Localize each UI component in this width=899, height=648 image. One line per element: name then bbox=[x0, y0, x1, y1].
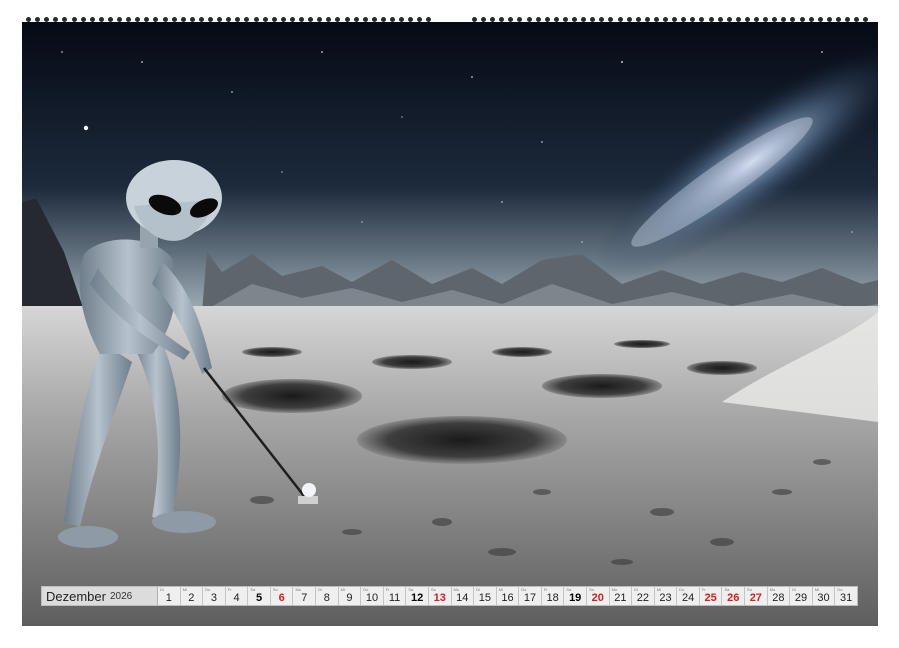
day-number: 28 bbox=[772, 592, 785, 604]
day-number: 31 bbox=[840, 592, 853, 604]
calendar-photo bbox=[22, 22, 878, 626]
month-name: Dezember bbox=[46, 588, 106, 604]
day-number: 21 bbox=[614, 592, 627, 604]
year-label: 2026 bbox=[109, 590, 133, 602]
day-cell: Di 15 bbox=[474, 587, 497, 605]
day-cell: So 27 bbox=[745, 587, 768, 605]
day-cell: Mi 2 bbox=[180, 587, 204, 605]
day-number: 27 bbox=[749, 592, 762, 604]
golf-ball bbox=[302, 483, 316, 497]
day-number: 2 bbox=[188, 592, 195, 604]
day-number: 11 bbox=[388, 592, 401, 604]
day-cell: Do 3 bbox=[203, 587, 226, 605]
day-number: 3 bbox=[210, 592, 217, 604]
day-cell: Sa 26 bbox=[722, 587, 746, 605]
day-cell: Do 24 bbox=[677, 587, 700, 605]
day-cell: Mo 28 bbox=[767, 587, 791, 605]
day-cell: Sa 19 bbox=[564, 587, 587, 605]
day-cell: Fr 25 bbox=[699, 587, 723, 605]
day-cell: Mo 14 bbox=[451, 587, 475, 605]
day-number: 14 bbox=[456, 592, 469, 604]
day-number: 12 bbox=[411, 592, 424, 604]
day-cell: Di 1 bbox=[158, 587, 181, 605]
day-cell: Fr 11 bbox=[383, 587, 407, 605]
day-number: 16 bbox=[501, 592, 514, 604]
day-number: 17 bbox=[523, 592, 537, 604]
day-number: 10 bbox=[365, 592, 379, 604]
day-cell: So 6 bbox=[270, 587, 294, 605]
day-cell: So 20 bbox=[586, 587, 610, 605]
day-number: 19 bbox=[569, 592, 582, 604]
day-cell: Mo 21 bbox=[609, 587, 633, 605]
day-cell: Di 8 bbox=[316, 587, 339, 605]
day-number: 18 bbox=[546, 592, 559, 604]
day-number: 26 bbox=[727, 592, 740, 604]
day-number: 7 bbox=[301, 592, 308, 604]
day-number: 1 bbox=[165, 592, 172, 604]
day-cell: Di 29 bbox=[790, 587, 813, 605]
day-cell: Fr 18 bbox=[541, 587, 565, 605]
day-number: 22 bbox=[636, 592, 650, 604]
day-cell: Mi 16 bbox=[496, 587, 520, 605]
day-cell: Do 17 bbox=[519, 587, 542, 605]
day-cell: So 13 bbox=[428, 587, 452, 605]
day-number: 5 bbox=[256, 592, 263, 604]
day-cell: Fr 4 bbox=[225, 587, 249, 605]
day-number: 9 bbox=[346, 592, 353, 604]
month-label: Dezember 2026 bbox=[42, 587, 158, 605]
day-number: 30 bbox=[817, 592, 830, 604]
day-number: 23 bbox=[659, 592, 672, 604]
day-cell: Di 22 bbox=[632, 587, 655, 605]
calendar-strip: Dezember 2026 Di 1 Mi 2 Do 3 Fr 4 Sa 5 So 6 Mo 7 Di 8 Mi… bbox=[41, 586, 858, 606]
day-cell: Mi 30 bbox=[812, 587, 836, 605]
day-cell: Do 10 bbox=[361, 587, 384, 605]
day-cell: Sa 5 bbox=[248, 587, 271, 605]
day-number: 24 bbox=[681, 592, 695, 604]
day-number: 25 bbox=[704, 592, 717, 604]
day-cell: Do 31 bbox=[835, 587, 857, 605]
day-number: 13 bbox=[433, 592, 446, 604]
day-number: 15 bbox=[478, 592, 491, 604]
day-cell: Mi 9 bbox=[338, 587, 362, 605]
day-cells: Di 1 Mi 2 Do 3 Fr 4 Sa 5 So 6 Mo 7 Di 8 Mi 9 Do 10 Fr 11 Sa 12 S… bbox=[158, 587, 857, 605]
day-number: 8 bbox=[323, 592, 330, 604]
day-number: 6 bbox=[278, 592, 285, 604]
day-cell: Mo 7 bbox=[293, 587, 317, 605]
day-cell: Mi 23 bbox=[654, 587, 678, 605]
day-number: 4 bbox=[233, 592, 240, 604]
day-number: 20 bbox=[591, 592, 604, 604]
day-cell: Sa 12 bbox=[406, 587, 429, 605]
day-number: 29 bbox=[794, 592, 808, 604]
